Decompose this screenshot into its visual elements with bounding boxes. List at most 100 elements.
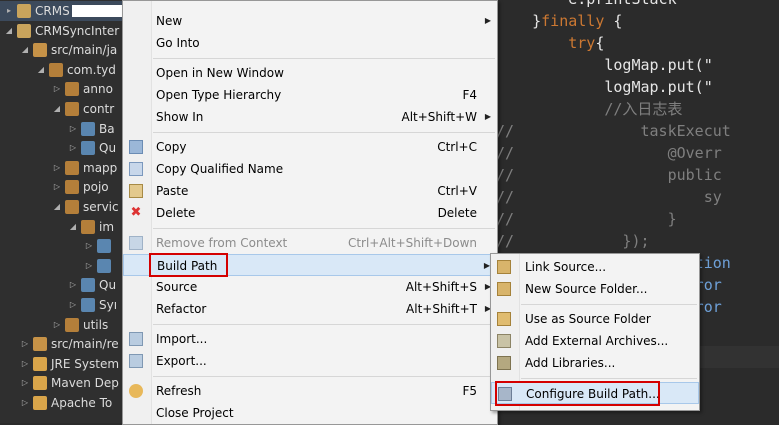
tree-item[interactable]: ▷ utils xyxy=(0,315,132,335)
package-icon xyxy=(81,219,95,234)
menu-item-accelerator: Alt+Shift+W xyxy=(401,110,478,124)
code-token: // xyxy=(496,144,515,162)
menu-item-remove-from-context[interactable]: Remove from Context Ctrl+Alt+Shift+Down xyxy=(123,232,497,254)
tree-item[interactable]: ▷ xyxy=(0,236,132,256)
tree-item[interactable]: ▷ Qu xyxy=(0,138,132,158)
menu-item-label: Refactor xyxy=(156,302,207,316)
submenu-item-new-source-folder[interactable]: New Source Folder... xyxy=(491,278,699,300)
expand-toggle-icon[interactable]: ▷ xyxy=(68,280,78,290)
class-icon xyxy=(81,121,95,136)
submenu-item-use-as-source-folder[interactable]: Use as Source Folder xyxy=(491,308,699,330)
menu-item-accelerator: Alt+Shift+T xyxy=(406,302,477,316)
tree-item-label: src/main/re xyxy=(51,337,119,352)
menu-item-open-type-hierarchy[interactable]: Open Type Hierarchy F4 xyxy=(123,84,497,106)
package-icon xyxy=(65,317,79,332)
class-icon xyxy=(81,278,95,293)
expand-toggle-icon[interactable]: ▷ xyxy=(52,182,62,192)
menu-item-label: Import... xyxy=(156,332,208,346)
menu-item-show-in[interactable]: Show In Alt+Shift+W ▶ xyxy=(123,106,497,128)
expand-toggle-icon[interactable]: ▷ xyxy=(52,84,62,94)
expand-toggle-icon[interactable]: ▷ xyxy=(84,261,94,271)
tree-item[interactable]: ◢ src/main/ja xyxy=(0,40,132,60)
expand-toggle-icon[interactable]: ▷ xyxy=(68,143,78,153)
menu-item-label: New Source Folder... xyxy=(525,282,648,296)
tree-item[interactable]: ▸ CRMS xyxy=(0,1,132,21)
menu-item-close-project[interactable]: Close Project xyxy=(123,402,497,424)
tree-item[interactable]: ▷ Apache To xyxy=(0,393,132,413)
menu-item-go-into[interactable]: Go Into xyxy=(123,32,497,54)
code-token: sy xyxy=(514,188,722,206)
external-archives-icon xyxy=(497,334,511,348)
class-icon xyxy=(97,239,111,254)
menu-item-copy-qualified-name[interactable]: Copy Qualified Name xyxy=(123,158,497,180)
expand-toggle-icon[interactable]: ▷ xyxy=(68,300,78,310)
expand-toggle-icon[interactable]: ▷ xyxy=(20,378,30,388)
menu-item-copy[interactable]: Copy Ctrl+C xyxy=(123,136,497,158)
menu-item-accelerator: Ctrl+V xyxy=(437,184,477,198)
code-line: // public xyxy=(496,164,722,186)
code-token: logMap.put(" xyxy=(496,56,713,74)
submenu-item-link-source[interactable]: Link Source... xyxy=(491,256,699,278)
expand-toggle-icon[interactable]: ◢ xyxy=(20,45,30,55)
menu-item-label: Go Into xyxy=(156,36,200,50)
package-icon xyxy=(65,160,79,175)
add-libraries-icon xyxy=(497,356,511,370)
menu-item-new[interactable]: New ▶ xyxy=(123,10,497,32)
menu-item-delete[interactable]: ✖ Delete Delete xyxy=(123,202,497,224)
menu-item-label: Use as Source Folder xyxy=(525,312,651,326)
menu-item-refactor[interactable]: Refactor Alt+Shift+T ▶ xyxy=(123,298,497,320)
source-folder-icon xyxy=(33,43,47,58)
tree-item[interactable]: ◢ contr xyxy=(0,99,132,119)
code-token: // xyxy=(496,210,515,228)
tree-item[interactable]: ◢ im xyxy=(0,217,132,237)
expand-toggle-icon[interactable]: ▷ xyxy=(52,163,62,173)
expand-toggle-icon[interactable]: ▸ xyxy=(4,6,14,16)
expand-toggle-icon[interactable]: ◢ xyxy=(68,222,78,232)
tree-item[interactable]: ▷ Maven Dep xyxy=(0,373,132,393)
expand-toggle-icon[interactable]: ▷ xyxy=(68,124,78,134)
tree-item[interactable]: ▷ xyxy=(0,256,132,276)
expand-toggle-icon[interactable]: ▷ xyxy=(20,398,30,408)
menu-item-import[interactable]: Import... xyxy=(123,328,497,350)
tree-item[interactable]: ▷ JRE System xyxy=(0,354,132,374)
expand-toggle-icon[interactable]: ◢ xyxy=(52,104,62,114)
code-token: }); xyxy=(514,232,650,250)
expand-toggle-icon[interactable]: ▷ xyxy=(84,241,94,251)
menu-item-label: Remove from Context xyxy=(156,236,288,250)
code-token: // xyxy=(496,122,515,140)
code-token: // xyxy=(496,232,515,250)
menu-item-refresh[interactable]: Refresh F5 xyxy=(123,380,497,402)
tree-item-label: com.tyd xyxy=(67,62,116,77)
export-icon xyxy=(129,354,143,368)
menu-item-label: Show In xyxy=(156,110,204,124)
menu-item-source[interactable]: Source Alt+Shift+S ▶ xyxy=(123,276,497,298)
menu-item-open-in-new-window[interactable]: Open in New Window xyxy=(123,62,497,84)
tree-item[interactable]: ▷ Ba xyxy=(0,119,132,139)
menu-item-export[interactable]: Export... xyxy=(123,350,497,372)
tree-item[interactable]: ▷ Syı xyxy=(0,295,132,315)
tree-item-label: mapp xyxy=(83,160,118,175)
tree-item[interactable]: ▷ pojo xyxy=(0,177,132,197)
submenu-item-add-external-archives[interactable]: Add External Archives... xyxy=(491,330,699,352)
tree-item-label: src/main/ja xyxy=(51,43,118,58)
submenu-item-add-libraries[interactable]: Add Libraries... xyxy=(491,352,699,374)
menu-item-paste[interactable]: Paste Ctrl+V xyxy=(123,180,497,202)
expand-toggle-icon[interactable]: ▷ xyxy=(52,320,62,330)
tree-item[interactable]: ◢ com.tyd xyxy=(0,60,132,80)
tree-item-label: Syı xyxy=(99,298,118,312)
menu-item-accelerator: Ctrl+Alt+Shift+Down xyxy=(347,236,477,250)
expand-toggle-icon[interactable]: ▷ xyxy=(20,339,30,349)
expand-toggle-icon[interactable]: ◢ xyxy=(52,202,62,212)
code-line: // }); xyxy=(496,230,650,252)
new-source-folder-icon xyxy=(497,282,511,296)
tree-item[interactable]: ◢ CRMSyncInter xyxy=(0,21,132,41)
tree-item[interactable]: ▷ Qu xyxy=(0,275,132,295)
tree-item[interactable]: ▷ mapp xyxy=(0,158,132,178)
expand-toggle-icon[interactable]: ◢ xyxy=(4,26,14,36)
expand-toggle-icon[interactable]: ▷ xyxy=(20,359,30,369)
tree-item[interactable]: ▷ anno xyxy=(0,79,132,99)
expand-toggle-icon[interactable]: ◢ xyxy=(36,65,46,75)
code-line: logMap.put(" xyxy=(496,54,713,76)
tree-item[interactable]: ◢ servic xyxy=(0,197,132,217)
tree-item[interactable]: ▷ src/main/re xyxy=(0,334,132,354)
